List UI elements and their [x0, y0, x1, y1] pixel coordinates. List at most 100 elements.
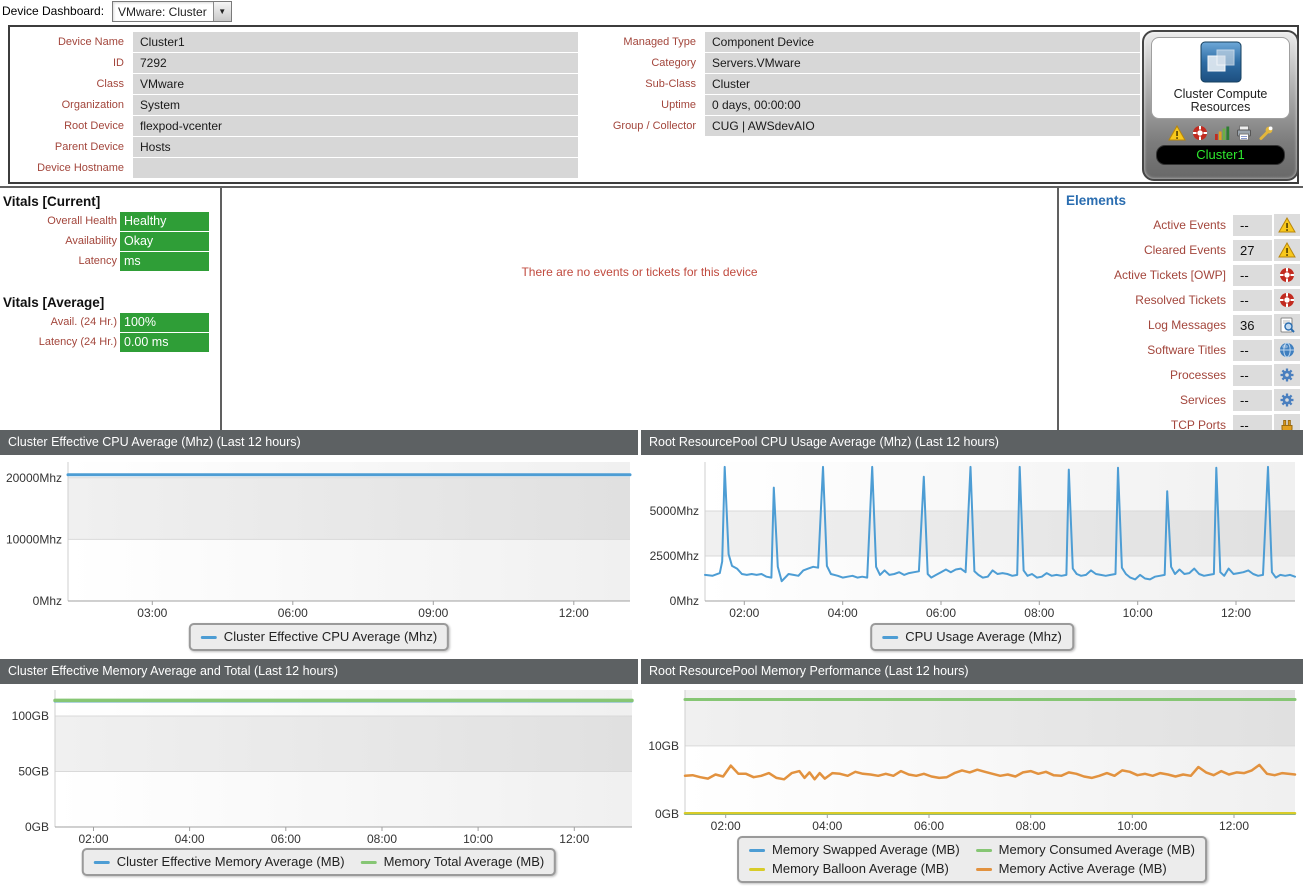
warning-icon [1278, 242, 1296, 258]
legend-label: Memory Balloon Average (MB) [772, 861, 949, 876]
device-property-label: Device Hostname [37, 162, 124, 174]
device-tile[interactable]: Cluster Compute Resources Cluster1 [1142, 30, 1299, 181]
elements-row-count[interactable]: -- [1233, 389, 1272, 411]
device-property-label: Root Device [64, 120, 124, 132]
y-tick-label: 10GB [648, 739, 679, 753]
log-icon [1280, 317, 1295, 333]
elements-row-icon-cell[interactable] [1274, 414, 1300, 430]
legend-item[interactable]: Memory Balloon Average (MB) [749, 860, 960, 878]
vitals-row: Avail. (24 Hr.) 100% [0, 313, 220, 332]
legend-item[interactable]: Memory Swapped Average (MB) [749, 841, 960, 859]
device-property-row: Category Servers.VMware [590, 53, 1140, 73]
device-property-value: Component Device [705, 32, 1140, 52]
device-property-row: Parent Device Hosts [12, 137, 578, 157]
y-tick-label: 0Mhz [33, 594, 62, 608]
elements-row-icon-cell[interactable] [1274, 339, 1300, 361]
elements-row-count[interactable]: -- [1233, 339, 1272, 361]
vitals-value-badge: Healthy [120, 212, 209, 231]
warning-icon[interactable] [1167, 125, 1186, 141]
printer-icon[interactable] [1236, 125, 1252, 141]
globe-icon [1280, 342, 1294, 358]
y-tick-label: 50GB [18, 765, 49, 779]
elements-row-icon-cell[interactable] [1274, 239, 1300, 261]
elements-row-tcp-ports: TCP Ports -- [1059, 414, 1303, 430]
legend-swatch [882, 635, 899, 639]
device-property-label: Organization [61, 99, 124, 111]
elements-row-count[interactable]: -- [1233, 414, 1272, 430]
legend-item[interactable]: Memory Consumed Average (MB) [975, 841, 1195, 859]
vitals-value-badge: 100% [120, 313, 209, 332]
wrench-icon[interactable] [1258, 125, 1274, 141]
elements-row-icon-cell[interactable] [1274, 389, 1300, 411]
x-tick-label: 12:00 [559, 832, 589, 846]
device-properties-panel: Device Name Cluster1 ID 7292 Class VMware Orga… [8, 25, 1299, 184]
elements-row-log-messages: Log Messages 36 [1059, 314, 1303, 336]
elements-row-icon-cell[interactable] [1274, 314, 1300, 336]
elements-row-count[interactable]: -- [1233, 289, 1272, 311]
no-events-message: There are no events or tickets for this … [521, 265, 758, 279]
elements-row-software-titles: Software Titles -- [1059, 339, 1303, 361]
x-tick-label: 09:00 [418, 606, 448, 620]
legend-item[interactable]: Cluster Effective Memory Average (MB) [93, 853, 345, 871]
x-tick-label: 10:00 [1123, 606, 1153, 620]
y-tick-label: 5000Mhz [650, 504, 699, 518]
x-tick-label: 10:00 [463, 832, 493, 846]
legend-swatch [360, 860, 377, 864]
vitals-row: Latency (24 Hr.) 0.00 ms [0, 333, 220, 352]
x-tick-label: 12:00 [1219, 819, 1249, 833]
chevron-down-icon[interactable]: ▼ [212, 2, 231, 21]
legend-label: Memory Active Average (MB) [998, 861, 1167, 876]
x-tick-label: 06:00 [271, 832, 301, 846]
elements-row-count[interactable]: 27 [1233, 239, 1272, 261]
device-property-row: Group / Collector CUG | AWSdevAIO [590, 116, 1140, 136]
legend-item[interactable]: Cluster Effective CPU Average (Mhz) [200, 628, 438, 646]
warning-icon [1278, 217, 1296, 233]
elements-row-count[interactable]: -- [1233, 214, 1272, 236]
x-tick-label: 02:00 [729, 606, 759, 620]
elements-row-icon-cell[interactable] [1274, 214, 1300, 236]
chart-cluster-memory: 0GB 50GB 100GB 02:00 04:00 06:00 08:00 10:00 12:… [0, 684, 638, 886]
elements-row-count[interactable]: -- [1233, 264, 1272, 286]
elements-row-icon-cell[interactable] [1274, 264, 1300, 286]
elements-row-label: Resolved Tickets [1135, 293, 1226, 307]
legend-label: Cluster Effective CPU Average (Mhz) [223, 629, 438, 644]
x-tick-label: 04:00 [828, 606, 858, 620]
x-tick-label: 08:00 [367, 832, 397, 846]
elements-row-label: Software Titles [1147, 343, 1226, 357]
plot-band [68, 477, 630, 540]
x-tick-label: 06:00 [914, 819, 944, 833]
barchart-icon[interactable] [1214, 125, 1230, 141]
elements-row-icon-cell[interactable] [1274, 289, 1300, 311]
device-type-label-line2: Resources [1190, 100, 1251, 114]
elements-row-active-events: Active Events -- [1059, 214, 1303, 236]
device-property-label: Parent Device [54, 141, 124, 153]
elements-row-icon-cell[interactable] [1274, 364, 1300, 386]
port-icon [1281, 420, 1293, 430]
lifesaver-icon[interactable] [1192, 125, 1208, 141]
elements-row-count[interactable]: 36 [1233, 314, 1272, 336]
legend-label: Memory Total Average (MB) [383, 854, 545, 869]
vitals-value-badge: Okay [120, 232, 209, 251]
plot-band [705, 511, 1295, 556]
vitals-events-elements-section: Vitals [Current] Overall Health Healthy Av… [0, 186, 1303, 430]
device-property-label: ID [113, 57, 124, 69]
legend-item[interactable]: Memory Total Average (MB) [360, 853, 545, 871]
chart-legend: CPU Usage Average (Mhz) [870, 623, 1074, 651]
vitals-row: Latency ms [0, 252, 220, 271]
y-tick-label: 100GB [12, 709, 49, 723]
dashboard-dropdown[interactable]: VMware: Cluster ▼ [112, 1, 232, 22]
device-property-label: Device Name [57, 36, 124, 48]
lifesaver-icon [1192, 126, 1207, 140]
device-name-badge[interactable]: Cluster1 [1156, 145, 1285, 165]
legend-swatch [749, 867, 766, 871]
legend-item[interactable]: CPU Usage Average (Mhz) [882, 628, 1062, 646]
device-property-row: Root Device flexpod-vcenter [12, 116, 578, 136]
legend-item[interactable]: Memory Active Average (MB) [975, 860, 1195, 878]
elements-row-count[interactable]: -- [1233, 364, 1272, 386]
elements-title: Elements [1066, 193, 1127, 208]
legend-swatch [93, 860, 110, 864]
device-property-row: Uptime 0 days, 00:00:00 [590, 95, 1140, 115]
elements-row-cleared-events: Cleared Events 27 [1059, 239, 1303, 261]
chart-title-cluster-memory: Cluster Effective Memory Average and Tot… [0, 659, 638, 684]
x-tick-label: 10:00 [1117, 819, 1147, 833]
